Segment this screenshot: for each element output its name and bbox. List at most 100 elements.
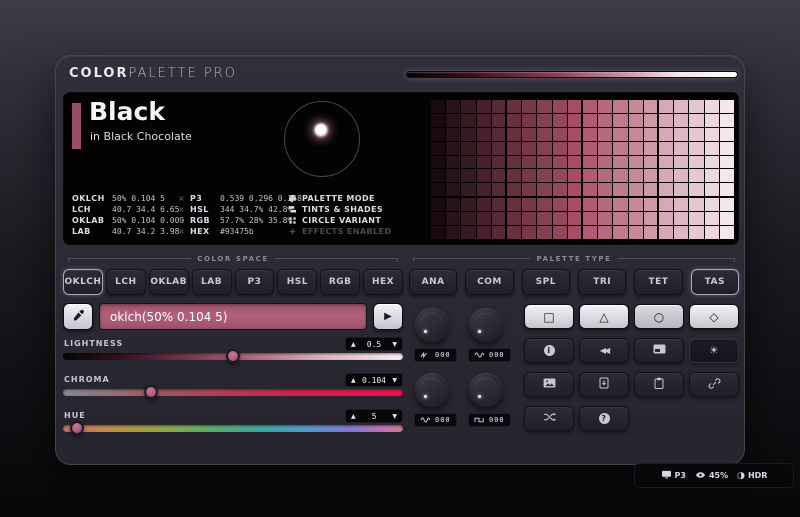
photo-button[interactable] — [524, 372, 574, 397]
swatch-cell[interactable] — [598, 198, 612, 211]
swatch-cell[interactable] — [553, 169, 567, 182]
step-up-icon[interactable]: ▲ — [351, 413, 356, 420]
swatch-cell[interactable] — [659, 198, 673, 211]
swatch-cell[interactable] — [568, 183, 582, 197]
palette-type-com-button[interactable]: COM — [465, 269, 513, 295]
swatch-cell[interactable] — [659, 142, 673, 155]
swatch-cell[interactable] — [461, 142, 475, 155]
swatch-cell[interactable] — [613, 183, 627, 197]
swatch-cell[interactable] — [446, 142, 460, 155]
swatch-cell[interactable] — [507, 114, 521, 127]
palette-type-ana-button[interactable]: ANA — [409, 269, 457, 295]
clipboard-button[interactable] — [634, 372, 684, 397]
swatch-cell[interactable] — [568, 212, 582, 225]
swatch-cell[interactable] — [477, 212, 491, 225]
swatch-cell[interactable] — [674, 169, 688, 182]
swatch-cell[interactable] — [522, 183, 536, 197]
swatch-cell[interactable] — [461, 100, 475, 113]
swatch-cell[interactable] — [629, 114, 643, 127]
palette-type-tet-button[interactable]: TET — [634, 269, 682, 295]
swatch-cell[interactable] — [522, 142, 536, 155]
swatch-cell[interactable] — [583, 169, 597, 182]
swatch-cell[interactable] — [431, 198, 445, 211]
swatch-cell[interactable] — [613, 198, 627, 211]
swatch-cell[interactable] — [659, 114, 673, 127]
swatch-cell[interactable] — [583, 128, 597, 141]
swatch-cell[interactable] — [689, 169, 703, 182]
swatch-cell[interactable] — [568, 100, 582, 113]
swatch-cell[interactable] — [598, 183, 612, 197]
swatch-cell[interactable] — [659, 226, 673, 239]
swatch-cell[interactable] — [446, 128, 460, 141]
swatch-cell[interactable] — [477, 156, 491, 169]
swatch-cell[interactable] — [674, 100, 688, 113]
swatch-cell[interactable] — [431, 156, 445, 169]
swatch-cell[interactable] — [720, 183, 734, 197]
knob-3[interactable] — [415, 373, 449, 407]
help-button[interactable]: ? — [579, 406, 629, 431]
swatch-cell[interactable] — [537, 142, 551, 155]
swatch-cell[interactable] — [720, 156, 734, 169]
swatch-cell[interactable] — [477, 183, 491, 197]
color-space-lab-button[interactable]: LAB — [192, 269, 232, 295]
swatch-cell[interactable] — [659, 100, 673, 113]
swatch-cell[interactable] — [568, 226, 582, 239]
swatch-cell[interactable] — [431, 183, 445, 197]
image-card-button[interactable] — [634, 338, 684, 363]
swatch-cell[interactable] — [431, 142, 445, 155]
swatch-cell[interactable] — [720, 169, 734, 182]
swatch-cell[interactable] — [629, 169, 643, 182]
swatch-cell[interactable] — [461, 198, 475, 211]
swatch-cell[interactable] — [568, 128, 582, 141]
swatch-cell[interactable] — [613, 212, 627, 225]
swatch-cell[interactable] — [492, 142, 506, 155]
swatch-cell[interactable] — [553, 100, 567, 113]
swatch-cell[interactable] — [522, 212, 536, 225]
swatch-cell[interactable] — [659, 156, 673, 169]
swatch-cell[interactable] — [492, 114, 506, 127]
swatch-cell[interactable] — [522, 169, 536, 182]
swatch-cell[interactable] — [461, 128, 475, 141]
swatch-cell[interactable] — [705, 100, 719, 113]
swatch-cell[interactable] — [720, 100, 734, 113]
color-space-hex-button[interactable]: HEX — [363, 269, 403, 295]
swatch-cell[interactable] — [644, 183, 658, 197]
swatch-cell[interactable] — [537, 100, 551, 113]
swatch-cell[interactable] — [568, 198, 582, 211]
chroma-track[interactable] — [63, 389, 403, 396]
swatch-cell[interactable] — [553, 156, 567, 169]
swatch-cell[interactable] — [689, 212, 703, 225]
swatch-cell[interactable] — [629, 183, 643, 197]
knob-2[interactable] — [469, 308, 503, 342]
swatch-cell[interactable] — [659, 183, 673, 197]
swatch-cell[interactable] — [431, 128, 445, 141]
swatch-cell[interactable] — [705, 198, 719, 211]
swatch-cell[interactable] — [522, 156, 536, 169]
swatch-cell[interactable] — [553, 183, 567, 197]
lightness-handle[interactable] — [226, 349, 240, 363]
swatch-cell[interactable] — [431, 212, 445, 225]
swatch-cell[interactable] — [720, 198, 734, 211]
step-down-icon[interactable]: ▼ — [392, 377, 397, 384]
swatch-cell[interactable] — [537, 169, 551, 182]
swatch-cell[interactable] — [583, 114, 597, 127]
swatch-cell[interactable] — [720, 128, 734, 141]
swatch-cell[interactable] — [568, 169, 582, 182]
swatch-cell[interactable] — [507, 100, 521, 113]
shape-square-button[interactable]: □ — [524, 304, 574, 329]
shape-triangle-button[interactable]: △ — [579, 304, 629, 329]
swatch-cell[interactable] — [477, 100, 491, 113]
swatch-cell[interactable] — [446, 212, 460, 225]
swatch-cell[interactable] — [507, 226, 521, 239]
swatch-cell[interactable] — [629, 156, 643, 169]
swatch-cell[interactable] — [553, 226, 567, 239]
swatch-cell[interactable] — [689, 128, 703, 141]
swatch-cell[interactable] — [522, 114, 536, 127]
swatch-cell[interactable] — [446, 156, 460, 169]
swatch-cell[interactable] — [507, 183, 521, 197]
swatch-cell[interactable] — [553, 142, 567, 155]
swatch-cell[interactable] — [461, 226, 475, 239]
swatch-cell[interactable] — [689, 100, 703, 113]
swatch-cell[interactable] — [537, 212, 551, 225]
swatch-cell[interactable] — [583, 226, 597, 239]
